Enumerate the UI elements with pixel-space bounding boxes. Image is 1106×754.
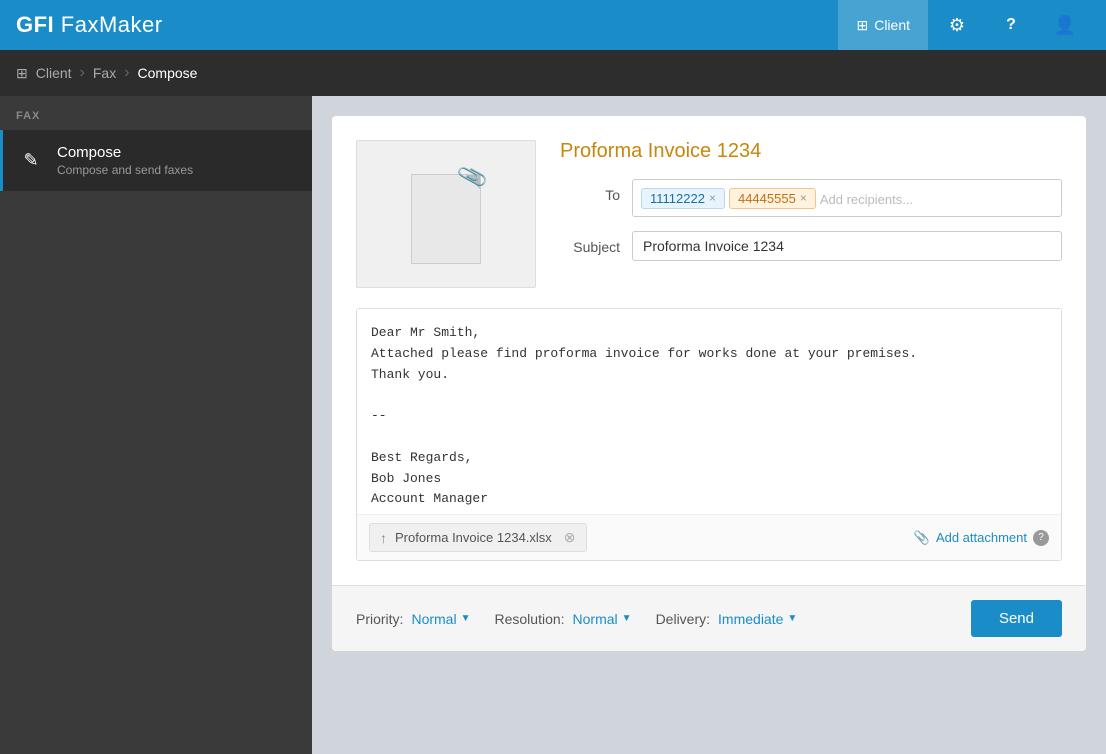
user-nav-button[interactable]: 👤 (1040, 0, 1090, 50)
delivery-select[interactable]: Immediate ▼ (718, 611, 797, 627)
attachment-row: ↑ Proforma Invoice 1234.xlsx ⊗ 📎 Add att… (357, 514, 1061, 560)
resolution-arrow-icon: ▼ (622, 613, 632, 624)
sidebar: FAX ✎ Compose Compose and send faxes (0, 96, 312, 754)
client-nav-button[interactable]: ⊞ Client (838, 0, 928, 50)
to-field-row: To 11112222 × 44445555 × Add (560, 179, 1062, 217)
help-icon: ? (1006, 16, 1016, 34)
recipient-remove-2[interactable]: × (800, 192, 807, 204)
compose-top: 📎 Proforma Invoice 1234 To 11112222 (356, 140, 1062, 288)
attachment-file: ↑ Proforma Invoice 1234.xlsx ⊗ (369, 523, 587, 552)
resolution-select[interactable]: Normal ▼ (573, 611, 632, 627)
breadcrumb-icon: ⊞ (16, 65, 28, 82)
breadcrumb-sep-1: › (80, 64, 85, 82)
top-nav-right: ⊞ Client ⚙ ? 👤 (838, 0, 1090, 50)
breadcrumb-compose: Compose (138, 65, 198, 81)
breadcrumb-bar: ⊞ Client › Fax › Compose (0, 50, 1106, 96)
priority-arrow-icon: ▼ (461, 613, 471, 624)
breadcrumb-client[interactable]: Client (36, 65, 72, 81)
priority-field: Priority: Normal ▼ (356, 611, 470, 627)
attachment-remove-button[interactable]: ⊗ (564, 529, 576, 546)
send-button[interactable]: Send (971, 600, 1062, 637)
subject-label: Subject (560, 231, 620, 255)
message-area: Dear Mr Smith, Attached please find prof… (356, 308, 1062, 561)
attachment-filename: Proforma Invoice 1234.xlsx (395, 530, 552, 545)
resolution-field: Resolution: Normal ▼ (494, 611, 631, 627)
resolution-label: Resolution: (494, 611, 564, 627)
compose-card: 📎 Proforma Invoice 1234 To 11112222 (332, 116, 1086, 651)
delivery-label: Delivery: (656, 611, 710, 627)
delivery-field: Delivery: Immediate ▼ (656, 611, 798, 627)
compose-title: Proforma Invoice 1234 (560, 140, 1062, 163)
file-icon: ↑ (380, 530, 387, 546)
message-textarea[interactable]: Dear Mr Smith, Attached please find prof… (357, 309, 1061, 509)
compose-icon: ✎ (19, 150, 43, 171)
doc-icon: 📎 (406, 164, 486, 264)
priority-label: Priority: (356, 611, 403, 627)
attachment-help-icon[interactable]: ? (1033, 530, 1049, 546)
user-icon: 👤 (1054, 15, 1076, 36)
content-area: 📎 Proforma Invoice 1234 To 11112222 (312, 96, 1106, 754)
subject-field-row: Subject (560, 231, 1062, 261)
breadcrumb-sep-2: › (124, 64, 129, 82)
sidebar-item-compose-sub: Compose and send faxes (57, 163, 193, 177)
subject-input[interactable] (632, 231, 1062, 261)
add-attachment-button[interactable]: 📎 Add attachment ? (914, 530, 1049, 546)
recipient-number-1: 11112222 (650, 191, 705, 206)
recipient-tag-2[interactable]: 44445555 × (729, 188, 816, 209)
breadcrumb-fax[interactable]: Fax (93, 65, 116, 81)
top-nav: GFI FaxMaker ⊞ Client ⚙ ? 👤 (0, 0, 1106, 50)
compose-footer: Priority: Normal ▼ Resolution: Normal ▼ … (332, 585, 1086, 651)
recipient-remove-1[interactable]: × (709, 192, 716, 204)
main-layout: FAX ✎ Compose Compose and send faxes 📎 (0, 96, 1106, 754)
recipient-tag-1[interactable]: 11112222 × (641, 188, 725, 209)
delivery-value: Immediate (718, 611, 783, 627)
sidebar-item-compose[interactable]: ✎ Compose Compose and send faxes (0, 130, 312, 191)
compose-body: 📎 Proforma Invoice 1234 To 11112222 (332, 116, 1086, 585)
priority-select[interactable]: Normal ▼ (411, 611, 470, 627)
to-label: To (560, 179, 620, 203)
add-attachment-label: Add attachment (936, 530, 1027, 545)
logo: GFI FaxMaker (16, 12, 163, 38)
sidebar-section-fax: FAX (0, 96, 312, 130)
client-nav-icon: ⊞ (856, 17, 868, 34)
help-nav-button[interactable]: ? (986, 0, 1036, 50)
gear-icon: ⚙ (949, 15, 965, 36)
compose-fields: Proforma Invoice 1234 To 11112222 × 444 (560, 140, 1062, 288)
priority-value: Normal (411, 611, 456, 627)
recipient-number-2: 44445555 (738, 191, 796, 206)
document-preview: 📎 (356, 140, 536, 288)
recipients-field[interactable]: 11112222 × 44445555 × Add recipients... (632, 179, 1062, 217)
recipients-placeholder: Add recipients... (820, 192, 913, 207)
logo-text: GFI FaxMaker (16, 12, 163, 38)
client-nav-label: Client (874, 17, 910, 33)
paperclip-add-icon: 📎 (914, 530, 930, 546)
sidebar-item-compose-label: Compose (57, 144, 193, 161)
settings-nav-button[interactable]: ⚙ (932, 0, 982, 50)
resolution-value: Normal (573, 611, 618, 627)
delivery-arrow-icon: ▼ (787, 613, 797, 624)
